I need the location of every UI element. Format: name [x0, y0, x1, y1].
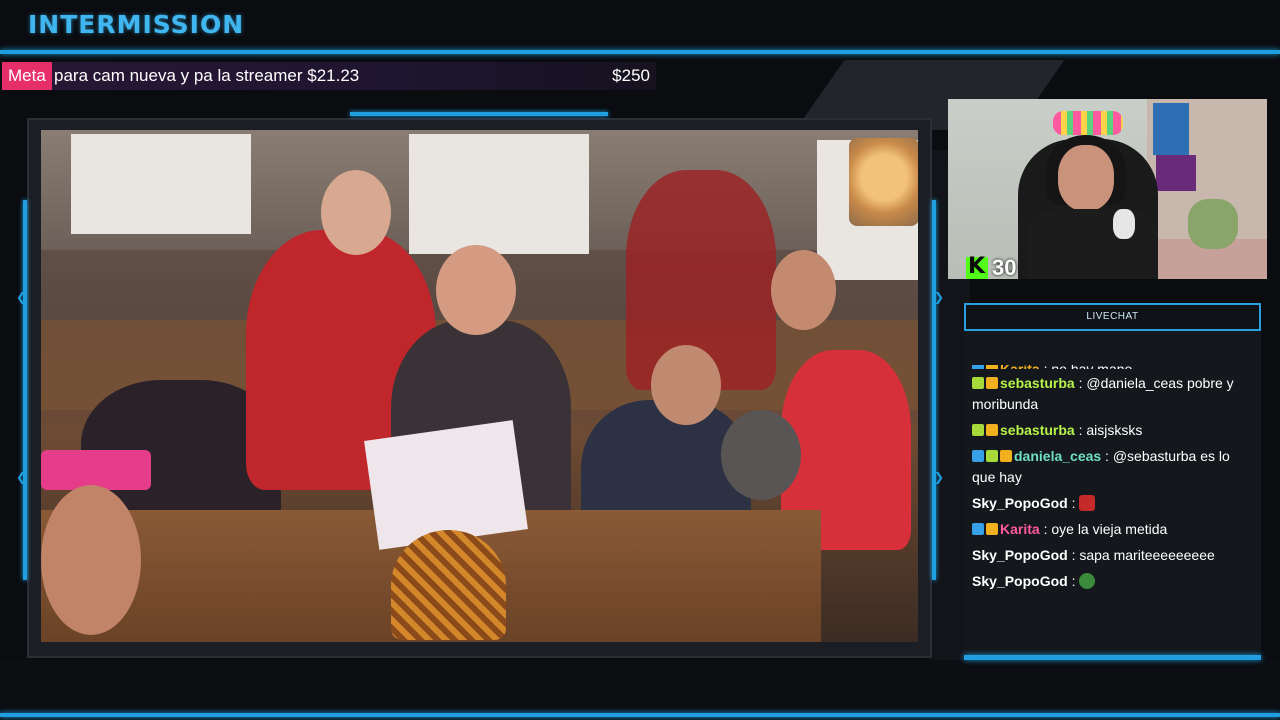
viewer-counter: 30 — [966, 254, 1016, 282]
microphone-icon — [1113, 209, 1135, 239]
crown-badge-icon — [986, 377, 998, 389]
chat-username[interactable]: sebasturba — [1000, 375, 1075, 391]
chat-message: Sky_PopoGod : sapa mariteeeeeeeee — [972, 547, 1215, 563]
video-scene-head — [41, 485, 141, 635]
video-scene-poster — [409, 134, 589, 254]
chat-username[interactable]: Sky_PopoGod — [972, 547, 1068, 563]
chat-message: Karita : no hay mano — [972, 365, 1257, 369]
video-scene-person — [41, 450, 151, 490]
arrow-badge-icon — [972, 450, 984, 462]
chevron-right-icon: ❯ — [934, 290, 945, 304]
video-player[interactable] — [41, 130, 918, 642]
video-scene-head — [321, 170, 391, 255]
chat-message: Sky_PopoGod : — [972, 571, 1257, 592]
viewer-count: 30 — [992, 255, 1017, 280]
video-scene-head — [721, 410, 801, 500]
header-divider — [0, 50, 1280, 54]
frog-emote-icon — [1079, 573, 1096, 589]
video-scene-poster — [71, 134, 251, 234]
goal-target-amount: $250 — [612, 66, 650, 85]
chat-message-list[interactable]: Karita : no hay mano sebasturba : @daniel… — [972, 365, 1257, 653]
video-scene-hat — [391, 530, 506, 640]
chat-text: sapa mariteeeeeeeee — [1079, 547, 1215, 563]
cat-badge-icon — [986, 450, 998, 462]
webcam-feed — [948, 99, 1267, 279]
webcam-poster — [1153, 103, 1189, 155]
chevron-right-icon: ❯ — [934, 470, 945, 484]
arrow-badge-icon — [972, 523, 984, 535]
chat-username[interactable]: daniela_ceas — [1014, 448, 1101, 464]
plush-toy-icon — [1188, 199, 1238, 249]
video-scene-head — [436, 245, 516, 335]
video-scene-head — [771, 250, 836, 330]
chevron-left-icon: ❮ — [16, 290, 27, 304]
live-chat-panel: LIVECHAT Karita : no hay mano sebasturba … — [964, 303, 1261, 660]
chat-accent-bar — [964, 655, 1261, 660]
kick-icon — [966, 254, 988, 279]
chat-username[interactable]: Sky_PopoGod — [972, 495, 1068, 511]
chat-username[interactable]: Karita — [1000, 365, 1040, 369]
chat-title: LIVECHAT — [964, 303, 1261, 331]
cat-badge-icon — [972, 424, 984, 436]
chat-message: sebasturba : @daniela_ceas pobre y morib… — [972, 375, 1234, 412]
goal-description: para cam nueva y pa la streamer — [54, 66, 303, 85]
footer-divider — [0, 713, 1280, 717]
crown-badge-icon — [1000, 450, 1012, 462]
webcam-streamer-face — [1058, 145, 1114, 211]
crown-badge-icon — [986, 365, 998, 369]
arrow-badge-icon — [972, 365, 984, 369]
chat-message: Karita : oye la vieja metida — [972, 519, 1257, 540]
crown-badge-icon — [986, 424, 998, 436]
cat-badge-icon — [972, 377, 984, 389]
goal-text: para cam nueva y pa la streamer $21.23 — [54, 62, 359, 90]
goal-label: Meta — [2, 62, 52, 90]
cat-sticker-icon — [849, 138, 918, 226]
chat-text: aisjsksks — [1086, 422, 1143, 438]
chat-message: sebasturba : aisjsksks — [972, 420, 1257, 441]
chat-username[interactable]: Sky_PopoGod — [972, 573, 1068, 589]
chat-text: no hay mano — [1051, 365, 1132, 369]
flower-crown-icon — [1053, 111, 1123, 135]
chat-username[interactable]: sebasturba — [1000, 422, 1075, 438]
webcam-streamer-body — [1028, 209, 1158, 279]
chat-message: daniela_ceas : @sebasturba es lo que hay — [972, 448, 1230, 485]
chat-message: Sky_PopoGod : — [972, 493, 1257, 514]
background-footer — [0, 660, 1280, 720]
donation-goal-bar: Meta para cam nueva y pa la streamer $21… — [2, 62, 656, 90]
red-mask-emote-icon — [1079, 495, 1096, 511]
chat-text: oye la vieja metida — [1051, 521, 1168, 537]
chevron-left-icon: ❮ — [16, 470, 27, 484]
video-scene-head — [651, 345, 721, 425]
page-title: INTERMISSION — [28, 10, 245, 39]
frame-accent-right — [932, 200, 936, 580]
goal-current-amount: $21.23 — [307, 66, 360, 85]
frame-accent-left — [23, 200, 27, 580]
crown-badge-icon — [986, 523, 998, 535]
chat-username[interactable]: Karita — [1000, 521, 1040, 537]
webcam-poster — [1156, 155, 1196, 191]
frame-accent — [350, 112, 608, 116]
